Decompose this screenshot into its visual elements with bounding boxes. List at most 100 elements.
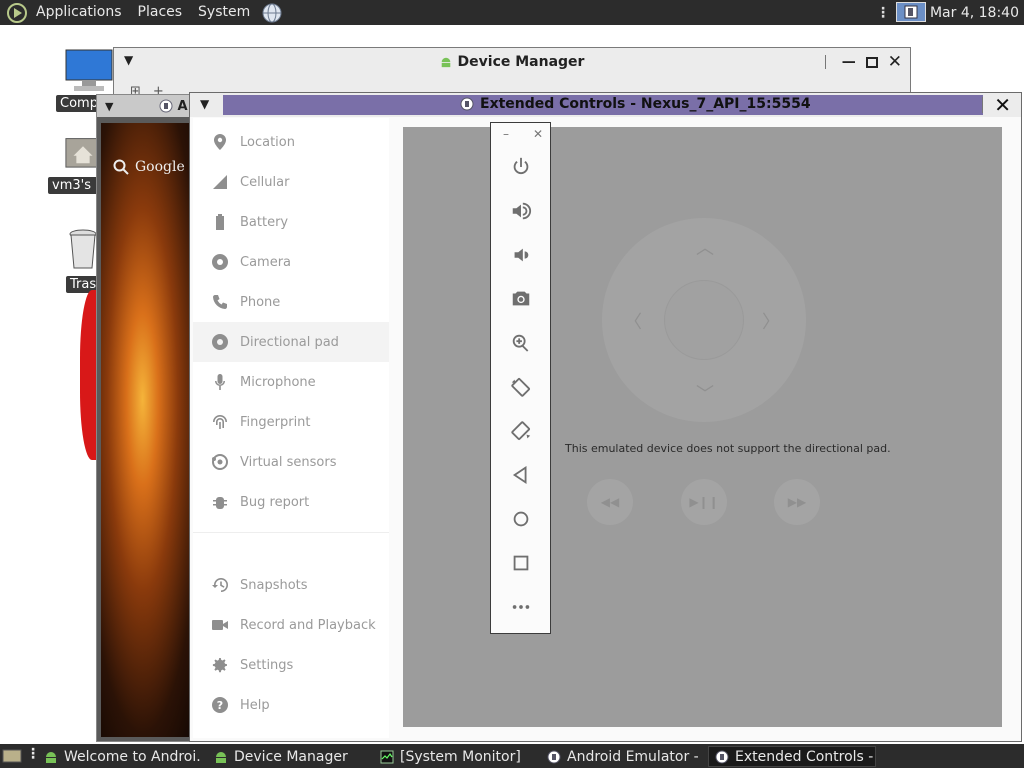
window-menu-chevron-icon[interactable]: ▼	[200, 97, 209, 111]
nav-divider	[193, 532, 389, 533]
nav-item-record-and-playback[interactable]: Record and Playback	[193, 605, 389, 645]
home-button[interactable]	[507, 505, 535, 533]
help-icon: ?	[211, 696, 229, 714]
volume-up-button[interactable]	[507, 197, 535, 225]
emulator-icon	[460, 97, 474, 111]
dpad-right-arrow-icon: 〉	[762, 312, 780, 333]
back-button[interactable]	[507, 461, 535, 489]
zoom-button[interactable]	[507, 329, 535, 357]
volume-down-icon	[514, 248, 529, 262]
google-search-bar[interactable]: Google	[113, 159, 185, 175]
nav-item-virtual-sensors[interactable]: Virtual sensors	[193, 442, 389, 482]
computer-icon	[65, 49, 113, 91]
emulator-icon	[547, 750, 561, 763]
nav-item-directional-pad[interactable]: Directional pad	[193, 322, 389, 362]
power-button[interactable]	[507, 153, 535, 181]
show-desktop-icon[interactable]	[2, 748, 22, 764]
workspace-window-icon	[904, 5, 918, 19]
more-button[interactable]	[507, 593, 535, 621]
rotate-left-button[interactable]	[507, 373, 535, 401]
nav-item-settings[interactable]: Settings	[193, 645, 389, 685]
microphone-icon	[211, 373, 229, 391]
window-menu-chevron-icon[interactable]: ▼	[124, 53, 133, 67]
trash-icon	[69, 229, 97, 269]
panel-overflow-icon[interactable]: ⋮	[870, 5, 896, 21]
dpad-left-arrow-icon: 〈	[624, 312, 642, 333]
device-manager-titlebar[interactable]: ▼ Device Manager — ✕	[114, 48, 910, 76]
nav-item-location[interactable]: Location	[193, 122, 389, 162]
nav-item-label: Phone	[240, 294, 281, 310]
fingerprint-icon	[211, 413, 229, 431]
screenshot-camera-button[interactable]	[507, 285, 535, 313]
extended-controls-window[interactable]: ▼ Extended Controls - Nexus_7_API_15:555…	[189, 92, 1022, 742]
android-icon	[46, 751, 56, 763]
distro-logo-icon[interactable]	[6, 2, 28, 24]
nav-item-camera[interactable]: Camera	[193, 242, 389, 282]
dpad-center-button	[664, 280, 744, 360]
applications-menu[interactable]: Applications	[28, 0, 130, 25]
nav-item-bug-report[interactable]: Bug report	[193, 482, 389, 522]
dpad-down-arrow-icon: ﹀	[696, 384, 714, 405]
rotate-right-button[interactable]	[507, 417, 535, 445]
workspace-switcher[interactable]	[896, 2, 926, 22]
toolbar-minimize-icon[interactable]: –	[503, 127, 509, 141]
maximize-icon[interactable]	[865, 56, 878, 68]
nav-item-microphone[interactable]: Microphone	[193, 362, 389, 402]
taskbar-task[interactable]: Welcome to Androi...	[38, 746, 202, 767]
extended-controls-title-group: Extended Controls - Nexus_7_API_15:5554	[460, 96, 811, 112]
nav-item-label: Virtual sensors	[240, 454, 337, 470]
snapshot-history-icon	[211, 576, 229, 594]
phone-icon	[211, 293, 229, 311]
overview-button[interactable]	[507, 549, 535, 577]
nav-item-label: Directional pad	[240, 334, 339, 350]
media-play-pause-button: ▶❙❙	[681, 479, 727, 525]
minimize-icon[interactable]: —	[842, 54, 856, 70]
nav-item-battery[interactable]: Battery	[193, 202, 389, 242]
volume-down-button[interactable]	[507, 241, 535, 269]
nav-item-snapshots[interactable]: Snapshots	[193, 565, 389, 605]
bottom-taskbar: ⋮ Welcome to Androi... Device Manager [Sys…	[0, 744, 1024, 768]
toolbar-close-icon[interactable]: ✕	[533, 127, 543, 141]
close-icon[interactable]: ✕	[994, 95, 1011, 115]
zoom-icon	[512, 334, 529, 352]
nav-item-label: Location	[240, 134, 295, 150]
system-menu[interactable]: System	[190, 0, 258, 25]
close-icon[interactable]: ✕	[888, 52, 902, 72]
dpad-disabled: ︿ ﹀ 〈 〉	[602, 218, 806, 422]
nav-item-phone[interactable]: Phone	[193, 282, 389, 322]
power-icon	[513, 157, 529, 175]
back-icon	[512, 465, 527, 485]
android-icon	[441, 57, 450, 68]
web-browser-icon[interactable]	[262, 3, 282, 23]
taskbar-task-label: Android Emulator - ...	[567, 748, 701, 765]
taskbar-task-label: [System Monitor]	[400, 748, 521, 765]
nav-item-cellular[interactable]: Cellular	[193, 162, 389, 202]
taskbar-task[interactable]: [System Monitor]	[374, 746, 534, 767]
nav-item-help[interactable]: ? Help	[193, 685, 389, 725]
nav-item-fingerprint[interactable]: Fingerprint	[193, 402, 389, 442]
nav-item-label: Battery	[240, 214, 289, 230]
taskbar-task-label: Device Manager	[234, 748, 348, 765]
home-icon	[513, 511, 529, 527]
window-menu-chevron-icon[interactable]: ▼	[105, 100, 113, 113]
svg-text:?: ?	[217, 699, 223, 712]
taskbar-task[interactable]: Extended Controls - ...	[708, 746, 876, 767]
location-pin-icon	[211, 133, 229, 151]
volume-up-icon	[512, 202, 532, 220]
rotate-left-icon	[511, 378, 530, 397]
nav-item-label: Snapshots	[240, 577, 308, 593]
nav-item-label: Fingerprint	[240, 414, 311, 430]
dpad-unsupported-message: This emulated device does not support th…	[565, 442, 891, 455]
media-fast-forward-button: ▶▶	[774, 479, 820, 525]
emulator-icon	[159, 99, 173, 113]
extended-controls-titlebar[interactable]: ▼ Extended Controls - Nexus_7_API_15:555…	[190, 93, 1021, 117]
camera-aperture-icon	[211, 253, 229, 271]
nav-item-label: Cellular	[240, 174, 290, 190]
places-menu[interactable]: Places	[130, 0, 191, 25]
nav-item-label: Record and Playback	[240, 617, 376, 633]
taskbar-task[interactable]: Device Manager	[208, 746, 368, 767]
taskbar-task[interactable]: Android Emulator - ...	[541, 746, 701, 767]
nav-item-label: Settings	[240, 657, 294, 673]
android-icon	[216, 751, 226, 763]
nav-item-label: Bug report	[240, 494, 310, 510]
